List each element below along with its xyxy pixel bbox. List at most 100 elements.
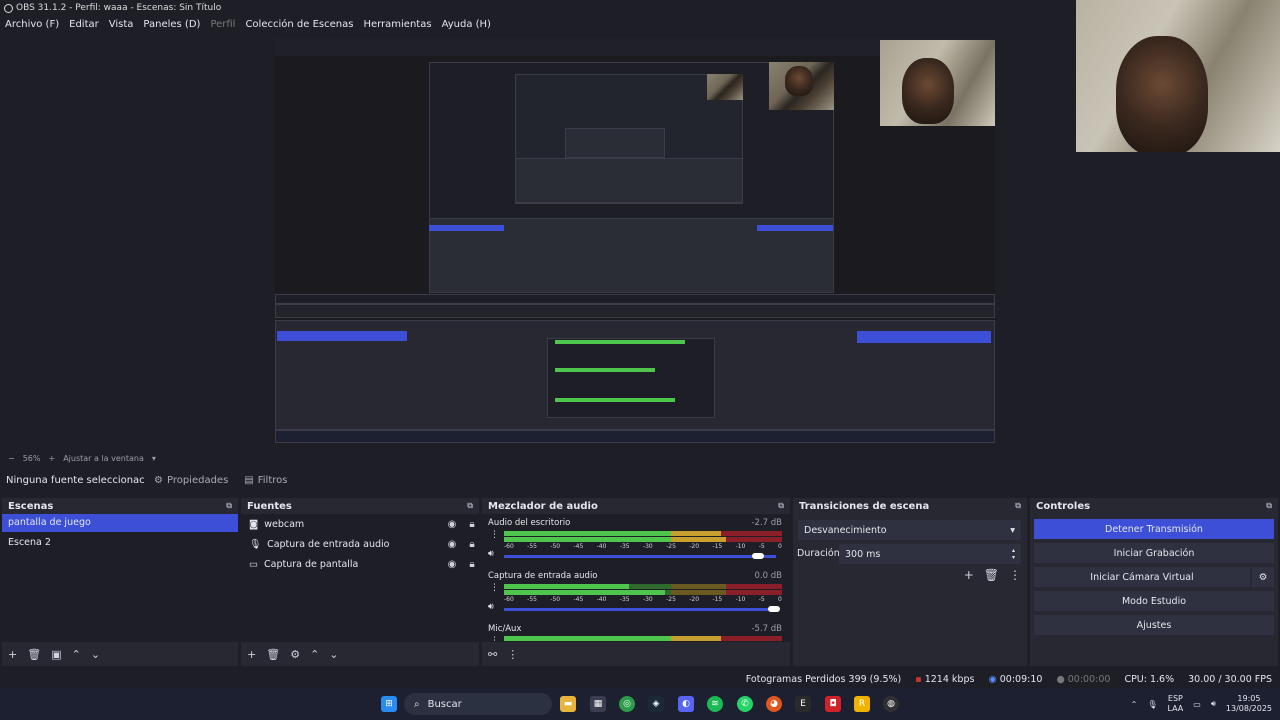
- chevron-up-icon[interactable]: ⌃: [310, 648, 319, 661]
- clock[interactable]: 19:05 13/08/2025: [1226, 694, 1272, 714]
- source-item-captura-pantalla[interactable]: ▭ Captura de pantalla ◉ 🔒︎: [241, 554, 479, 574]
- sources-list: ◙ webcam ◉ 🔒︎ 🎙︎ Captura de entrada audi…: [241, 514, 479, 642]
- chevron-down-icon[interactable]: ▾: [152, 454, 156, 463]
- dropped-frames: Fotogramas Perdidos 399 (9.5%): [745, 673, 902, 685]
- start-virtual-camera-button[interactable]: Iniciar Cámara Virtual: [1034, 567, 1250, 587]
- filter-icon: ▤: [244, 474, 254, 486]
- undock-icon[interactable]: ⧉: [1266, 501, 1272, 511]
- gear-icon[interactable]: ⚙: [290, 648, 300, 661]
- menu-vista[interactable]: Vista: [109, 19, 134, 30]
- trash-icon[interactable]: 🗑: [984, 568, 999, 582]
- eye-icon[interactable]: ◉: [445, 519, 459, 530]
- undock-icon[interactable]: ⧉: [467, 501, 473, 511]
- speaker-icon[interactable]: 🔊︎: [488, 602, 494, 612]
- channel-name: Mic/Aux: [488, 624, 522, 634]
- start-recording-button[interactable]: Iniciar Grabación: [1034, 543, 1274, 563]
- app-red-icon[interactable]: ◘: [825, 696, 841, 712]
- spin-arrows-icon[interactable]: ▴ ▾: [1012, 547, 1015, 561]
- source-item-webcam[interactable]: ◙ webcam ◉ 🔒︎: [241, 514, 479, 534]
- sources-toolbar: + 🗑 ⚙ ⌃ ⌄: [241, 642, 479, 666]
- chevron-down-icon[interactable]: ⌄: [91, 648, 100, 661]
- undock-icon[interactable]: ⧉: [1015, 501, 1021, 511]
- volume-icon[interactable]: 🔊︎: [1211, 699, 1216, 709]
- windows-start-icon[interactable]: ⊞: [381, 696, 397, 712]
- eye-icon[interactable]: ◉: [445, 559, 459, 570]
- epic-games-icon[interactable]: E: [795, 696, 811, 712]
- lock-icon[interactable]: 🔒︎: [465, 559, 479, 570]
- whatsapp-icon[interactable]: ✆: [737, 696, 753, 712]
- menu-archivo[interactable]: Archivo (F): [5, 19, 59, 30]
- chevron-up-icon[interactable]: ⌃: [1131, 700, 1138, 709]
- network-icon[interactable]: ▭: [1193, 700, 1201, 709]
- channel-name: Captura de entrada audio: [488, 571, 598, 581]
- properties-button[interactable]: ⚙ Propiedades: [146, 471, 236, 490]
- studio-mode-button[interactable]: Modo Estudio: [1034, 591, 1274, 611]
- taskbar-search[interactable]: ⌕ Buscar: [404, 693, 552, 715]
- add-icon[interactable]: +: [8, 648, 17, 661]
- source-label: webcam: [264, 518, 305, 530]
- filters-button[interactable]: ▤ Filtros: [236, 471, 295, 490]
- scene-item-escena-2[interactable]: Escena 2: [2, 534, 238, 552]
- menu-coleccion-escenas[interactable]: Colección de Escenas: [245, 19, 353, 30]
- nested-scene-highlight: [429, 225, 504, 231]
- cpu-usage: CPU: 1.6%: [1124, 673, 1175, 685]
- volume-slider[interactable]: [504, 606, 780, 612]
- controls-title: Controles: [1036, 500, 1091, 512]
- channel-db: 0.0 dB: [754, 571, 782, 581]
- transitions-body: Desvanecimiento ▾ Duración 300 ms ▴ ▾ + 🗑…: [793, 514, 1027, 666]
- store-icon[interactable]: ▦: [590, 696, 606, 712]
- scene-item-pantalla-de-juego[interactable]: pantalla de juego: [2, 514, 238, 532]
- undock-icon[interactable]: ⧉: [226, 501, 232, 511]
- zoom-out-icon[interactable]: −: [8, 454, 15, 463]
- kebab-menu-icon[interactable]: ⋮: [490, 530, 499, 540]
- volume-slider-knob[interactable]: [767, 606, 780, 612]
- trash-icon[interactable]: 🗑: [266, 648, 280, 661]
- link-icon[interactable]: ⚯: [488, 648, 497, 661]
- mixer-title: Mezclador de audio: [488, 500, 598, 512]
- stop-streaming-button[interactable]: Detener Transmisión: [1034, 519, 1274, 539]
- volume-slider[interactable]: [504, 553, 776, 559]
- zoom-fit-label[interactable]: Ajustar a la ventana: [63, 454, 144, 463]
- menu-ayuda[interactable]: Ayuda (H): [442, 19, 491, 30]
- add-icon[interactable]: +: [964, 568, 974, 582]
- microphone-icon[interactable]: 🎙︎: [1147, 700, 1157, 709]
- zoom-in-icon[interactable]: +: [48, 454, 55, 463]
- source-item-captura-entrada-audio[interactable]: 🎙︎ Captura de entrada audio ◉ 🔒︎: [241, 534, 479, 554]
- chevron-down-icon[interactable]: ⌄: [329, 648, 338, 661]
- speaker-icon[interactable]: 🔊︎: [488, 549, 494, 559]
- language-indicator[interactable]: ESP LAA: [1167, 694, 1183, 714]
- firefox-icon[interactable]: ◕: [766, 696, 782, 712]
- chrome-icon[interactable]: ◎: [619, 696, 635, 712]
- steam-icon[interactable]: ◈: [648, 696, 664, 712]
- rockstar-icon[interactable]: R: [854, 696, 870, 712]
- virtual-camera-settings-button[interactable]: ⚙: [1252, 567, 1274, 587]
- menu-paneles[interactable]: Paneles (D): [143, 19, 200, 30]
- discord-icon[interactable]: ◐: [678, 696, 694, 712]
- transition-select[interactable]: Desvanecimiento ▾: [798, 520, 1021, 540]
- menu-herramientas[interactable]: Herramientas: [363, 19, 431, 30]
- duration-spinbox[interactable]: 300 ms ▴ ▾: [839, 544, 1021, 564]
- chevron-up-icon[interactable]: ⌃: [72, 648, 81, 661]
- eye-icon[interactable]: ◉: [445, 539, 459, 550]
- undock-icon[interactable]: ⧉: [778, 501, 784, 511]
- lock-icon[interactable]: 🔒︎: [465, 519, 479, 530]
- bitrate-indicator-icon: ▪: [915, 673, 922, 685]
- trash-icon[interactable]: 🗑: [27, 648, 41, 661]
- obs-taskbar-icon[interactable]: ◍: [883, 696, 899, 712]
- nested-taskbar: [275, 430, 995, 443]
- kebab-menu-icon[interactable]: ⋮: [507, 648, 518, 661]
- add-icon[interactable]: +: [247, 648, 256, 661]
- scene-filter-icon[interactable]: ▣: [51, 648, 61, 661]
- spotify-icon[interactable]: ≋: [707, 696, 723, 712]
- clock-date: 13/08/2025: [1225, 704, 1272, 713]
- stream-time-value: 00:09:10: [999, 673, 1043, 685]
- settings-button[interactable]: Ajustes: [1034, 615, 1274, 635]
- clock-time: 19:05: [1237, 694, 1261, 703]
- kebab-menu-icon[interactable]: ⋮: [490, 583, 499, 593]
- file-explorer-icon[interactable]: ▬: [560, 696, 576, 712]
- menu-perfil[interactable]: Perfil: [210, 19, 235, 30]
- volume-slider-knob[interactable]: [751, 553, 764, 559]
- lock-icon[interactable]: 🔒︎: [465, 539, 479, 550]
- menu-editar[interactable]: Editar: [69, 19, 99, 30]
- kebab-menu-icon[interactable]: ⋮: [1009, 568, 1021, 582]
